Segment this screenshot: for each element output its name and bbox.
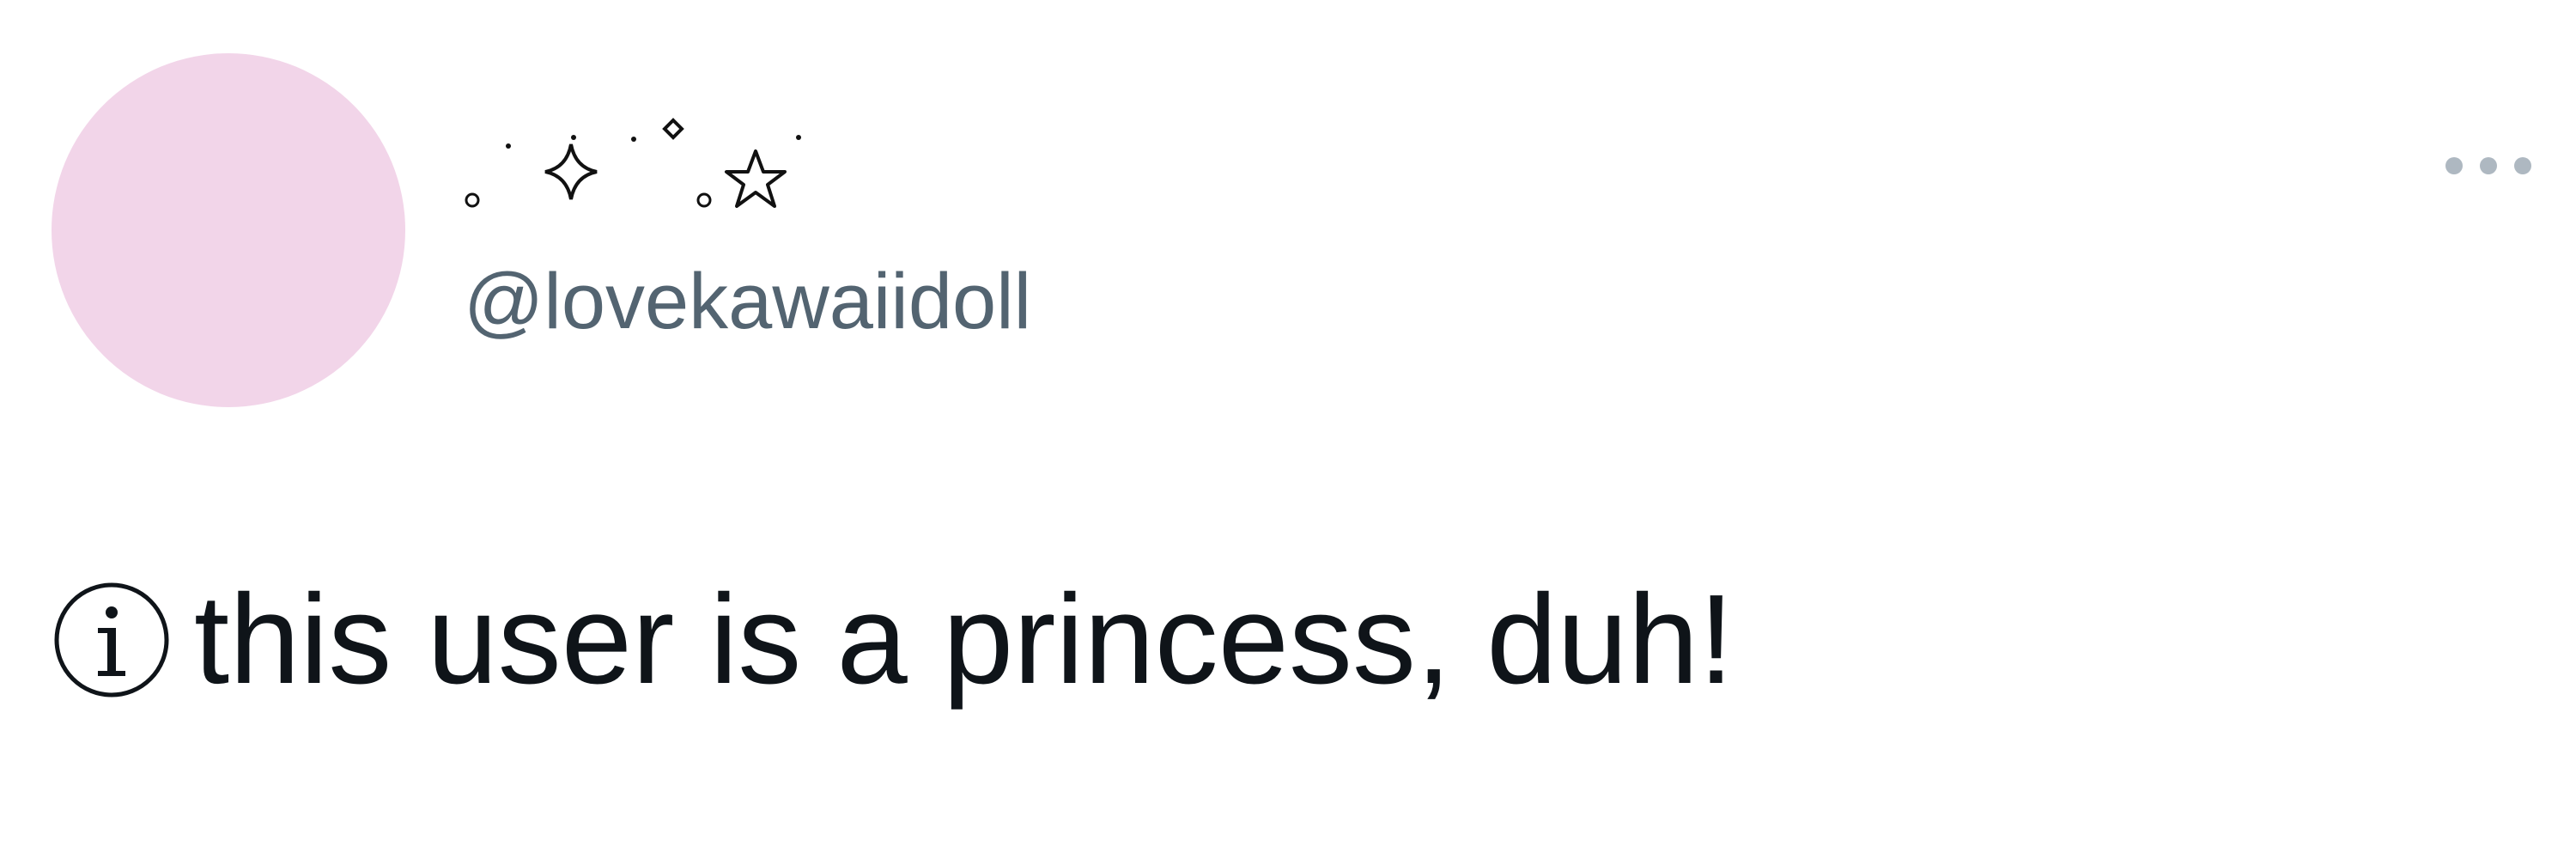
more-dot [2480, 157, 2497, 174]
user-notice: this user is a princess, duh! [52, 567, 1734, 713]
info-circle-icon [54, 582, 169, 698]
display-name-sparkles-icon[interactable] [447, 86, 876, 241]
more-dot [2445, 157, 2463, 174]
more-options-icon[interactable] [2445, 153, 2531, 179]
more-dot [2514, 157, 2531, 174]
user-handle[interactable]: @lovekawaiidoll [464, 254, 1031, 349]
avatar[interactable] [52, 53, 405, 407]
notice-text: this user is a princess, duh! [194, 569, 1735, 710]
